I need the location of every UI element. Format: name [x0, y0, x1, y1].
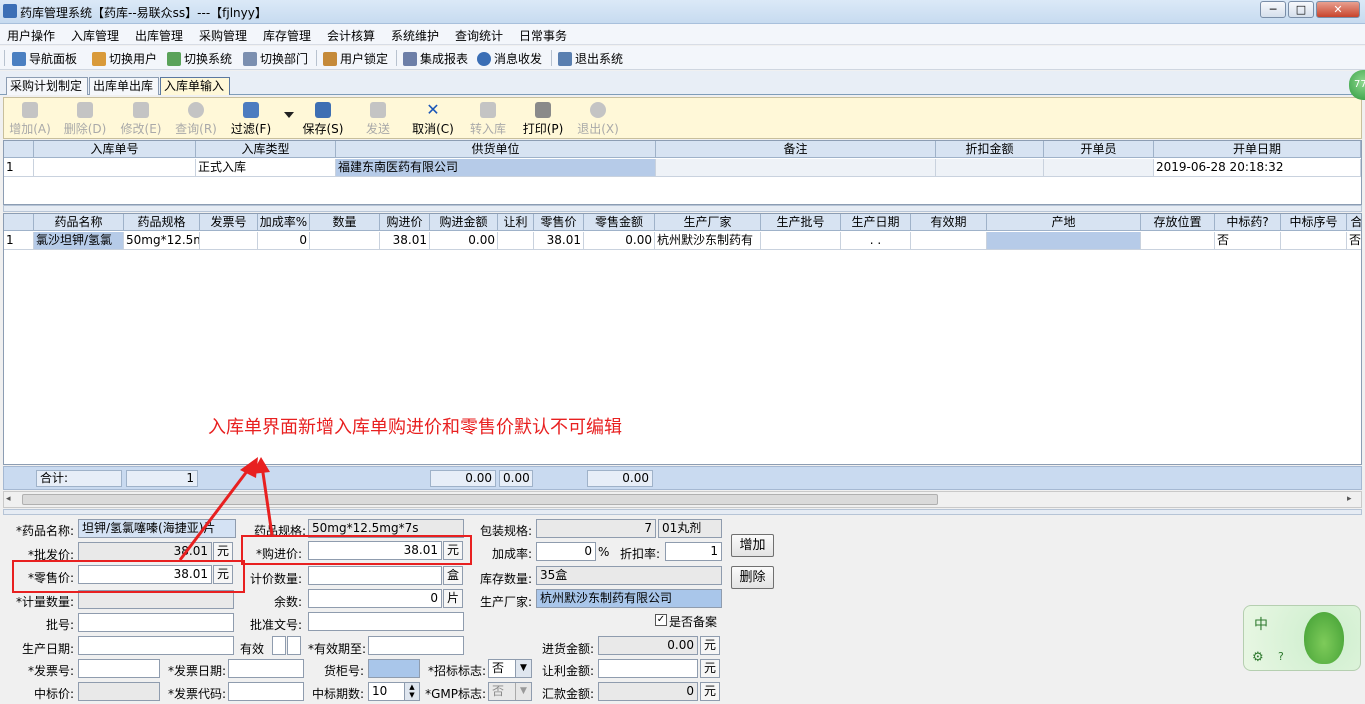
leaf-icon [1304, 612, 1344, 664]
arrow-to-annotation [178, 461, 256, 561]
annotation-arrows [178, 457, 274, 561]
floating-widget[interactable]: 中 ⚙ ? [1243, 605, 1361, 671]
help-icon[interactable]: ? [1278, 650, 1284, 663]
arrow-to-annotation [260, 465, 274, 536]
gear-icon[interactable]: ⚙ [1252, 650, 1264, 665]
widget-text: 中 [1254, 617, 1268, 633]
